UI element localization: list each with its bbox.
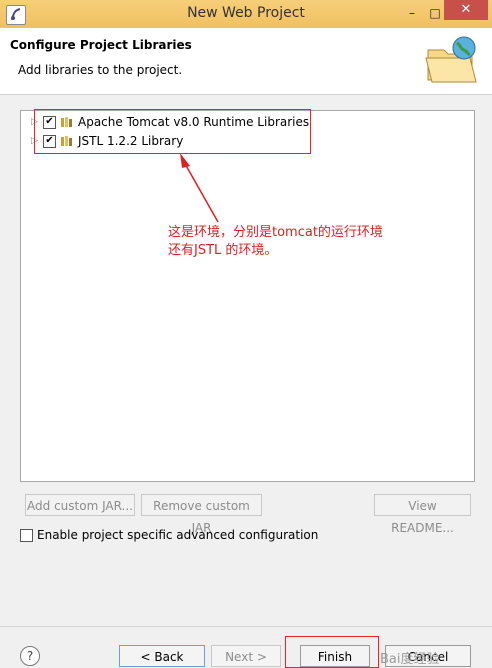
advanced-config-label: Enable project specific advanced configu…: [37, 528, 319, 542]
help-button[interactable]: ?: [20, 646, 40, 666]
annotation-line-2: 还有JSTL 的环境。: [168, 243, 278, 258]
view-readme-button[interactable]: View README...: [374, 494, 471, 535]
advanced-config-checkbox[interactable]: [20, 528, 33, 542]
annotation-text: 这是环境，分别是tomcat的运行环境 还有JSTL 的环境。: [168, 224, 383, 260]
advanced-config-option[interactable]: Enable project specific advanced configu…: [20, 528, 318, 542]
annotation-arrow: [180, 153, 219, 223]
finish-highlight-box: [285, 636, 379, 668]
remove-custom-jar-button[interactable]: Remove custom JAR: [141, 494, 262, 535]
watermark-text: Bai度经验: [380, 652, 440, 667]
next-button[interactable]: Next >: [211, 645, 281, 667]
add-custom-jar-button[interactable]: Add custom JAR...: [25, 494, 135, 516]
annotation-line-1: 这是环境，分别是tomcat的运行环境: [168, 225, 383, 240]
back-button[interactable]: < Back: [119, 645, 205, 667]
footer-divider: [0, 626, 492, 627]
